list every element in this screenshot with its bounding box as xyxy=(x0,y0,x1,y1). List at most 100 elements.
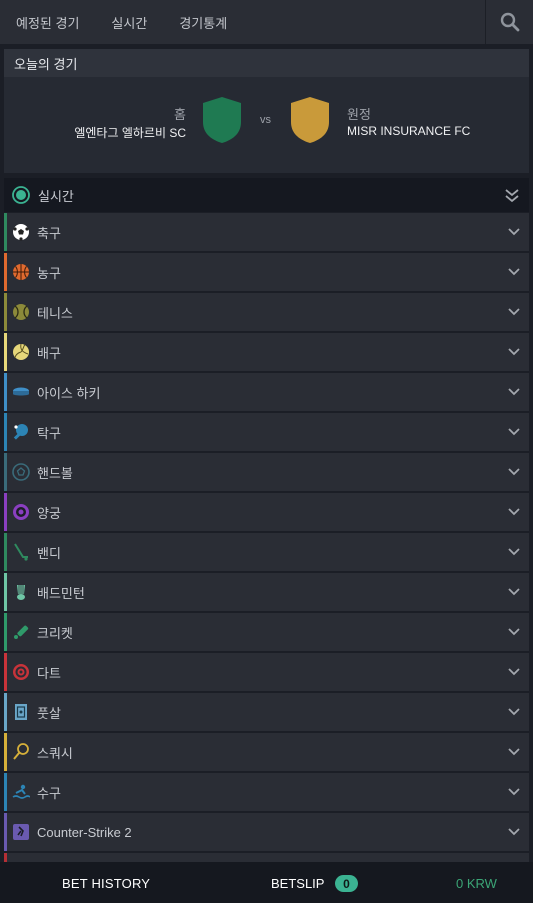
chevron-down-icon[interactable] xyxy=(507,627,521,637)
shuttlecock-icon xyxy=(12,583,30,601)
chevron-down-icon[interactable] xyxy=(507,307,521,317)
home-shield-icon xyxy=(203,97,241,143)
todays-match-title: 오늘의 경기 xyxy=(4,49,529,77)
sport-color-bar xyxy=(4,213,7,251)
away-label: 원정 xyxy=(347,107,371,122)
sport-row[interactable]: 탁구 xyxy=(4,413,529,451)
sport-color-bar xyxy=(4,653,7,691)
sport-row[interactable]: 테니스 xyxy=(4,293,529,331)
sport-label: 밴디 xyxy=(37,545,61,561)
sports-list: 축구농구테니스배구아이스 하키탁구핸드볼양궁밴디배드민턴크리켓다트풋살스쿼시수구… xyxy=(4,213,529,853)
sport-color-bar xyxy=(4,533,7,571)
sport-color-bar xyxy=(4,613,7,651)
chevron-down-icon[interactable] xyxy=(507,787,521,797)
sport-label: 축구 xyxy=(37,225,61,241)
chevron-down-icon[interactable] xyxy=(507,227,521,237)
search-button[interactable] xyxy=(485,0,533,44)
sport-row[interactable]: 축구 xyxy=(4,213,529,251)
sport-row[interactable]: 배구 xyxy=(4,333,529,371)
counter-strike-icon xyxy=(12,823,30,841)
bandy-stick-icon xyxy=(12,543,30,561)
chevron-down-icon[interactable] xyxy=(507,707,521,717)
tab-statistics[interactable]: 경기통계 xyxy=(163,0,243,44)
sport-row[interactable]: 농구 xyxy=(4,253,529,291)
sport-row[interactable]: 다트 xyxy=(4,653,529,691)
sport-label: 스쿼시 xyxy=(37,745,73,761)
squash-racket-icon xyxy=(12,743,30,761)
double-chevron-down-icon[interactable] xyxy=(503,186,521,204)
table-tennis-icon xyxy=(12,423,30,441)
chevron-down-icon[interactable] xyxy=(507,507,521,517)
sport-color-bar xyxy=(4,253,7,291)
sport-color-bar xyxy=(4,813,7,851)
futsal-field-icon xyxy=(12,703,30,721)
versus-label: vs xyxy=(260,114,271,126)
tab-live[interactable]: 실시간 xyxy=(95,0,163,44)
live-label: 실시간 xyxy=(38,188,74,204)
sport-label: 다트 xyxy=(37,665,61,681)
sport-row[interactable]: Counter-Strike 2 xyxy=(4,813,529,851)
match-body: 홈 엘엔타그 엘하르비 SC vs 원정 MISR INSURANCE FC xyxy=(4,77,529,173)
betslip-button[interactable]: BETSLIP xyxy=(271,876,324,891)
sport-row[interactable]: 풋살 xyxy=(4,693,529,731)
sport-label: 테니스 xyxy=(37,305,73,321)
chevron-down-icon[interactable] xyxy=(507,667,521,677)
sport-row[interactable]: 배드민턴 xyxy=(4,573,529,611)
away-shield-icon xyxy=(291,97,329,143)
chevron-down-icon[interactable] xyxy=(507,267,521,277)
home-team-name: 엘엔타그 엘하르비 SC xyxy=(74,126,186,140)
cricket-bat-icon xyxy=(12,623,30,641)
chevron-down-icon[interactable] xyxy=(507,427,521,437)
chevron-down-icon[interactable] xyxy=(507,347,521,357)
sport-row[interactable]: 아이스 하키 xyxy=(4,373,529,411)
sport-color-bar xyxy=(4,453,7,491)
chevron-down-icon[interactable] xyxy=(507,467,521,477)
dartboard-icon xyxy=(12,663,30,681)
sport-label: 핸드볼 xyxy=(37,465,73,481)
tennis-ball-icon xyxy=(12,303,30,321)
sport-row[interactable]: 양궁 xyxy=(4,493,529,531)
sport-color-bar xyxy=(4,333,7,371)
live-indicator-icon xyxy=(12,186,30,204)
home-label: 홈 xyxy=(174,107,186,122)
sport-label: 배드민턴 xyxy=(37,585,85,601)
bet-history-button[interactable]: BET HISTORY xyxy=(62,876,150,891)
sport-color-bar xyxy=(4,573,7,611)
sport-label: Counter-Strike 2 xyxy=(37,824,132,840)
sport-color-bar xyxy=(4,733,7,771)
archery-target-icon xyxy=(12,503,30,521)
sport-label: 수구 xyxy=(37,785,61,801)
betslip-count-badge: 0 xyxy=(335,875,358,892)
handball-icon xyxy=(12,463,30,481)
sport-row[interactable]: 밴디 xyxy=(4,533,529,571)
tab-upcoming[interactable]: 예정된 경기 xyxy=(0,0,95,44)
chevron-down-icon[interactable] xyxy=(507,387,521,397)
sport-row[interactable]: 크리켓 xyxy=(4,613,529,651)
sport-label: 양궁 xyxy=(37,505,61,521)
away-team-name: MISR INSURANCE FC xyxy=(347,124,471,138)
chevron-down-icon[interactable] xyxy=(507,587,521,597)
sport-label: 탁구 xyxy=(37,425,61,441)
search-icon xyxy=(500,12,519,32)
sport-row[interactable]: 핸드볼 xyxy=(4,453,529,491)
sport-row[interactable]: 스쿼시 xyxy=(4,733,529,771)
sport-color-bar xyxy=(4,413,7,451)
sport-label: 아이스 하키 xyxy=(37,385,101,401)
sport-color-bar xyxy=(4,373,7,411)
sport-label: 크리켓 xyxy=(37,625,73,641)
sport-color-bar xyxy=(4,773,7,811)
top-nav: 예정된 경기 실시간 경기통계 xyxy=(0,0,533,44)
chevron-down-icon[interactable] xyxy=(507,547,521,557)
todays-match-card[interactable]: 오늘의 경기 홈 엘엔타그 엘하르비 SC vs 원정 MISR INSURAN… xyxy=(4,49,529,173)
sport-color-bar xyxy=(4,693,7,731)
volleyball-icon xyxy=(12,343,30,361)
chevron-down-icon[interactable] xyxy=(507,827,521,837)
sport-label: 풋살 xyxy=(37,705,61,721)
live-section-header[interactable]: 실시간 xyxy=(4,178,529,212)
sport-row[interactable]: 수구 xyxy=(4,773,529,811)
basketball-icon xyxy=(12,263,30,281)
water-polo-icon xyxy=(12,783,30,801)
chevron-down-icon[interactable] xyxy=(507,747,521,757)
sport-color-bar xyxy=(4,293,7,331)
sport-label: 농구 xyxy=(37,265,61,281)
